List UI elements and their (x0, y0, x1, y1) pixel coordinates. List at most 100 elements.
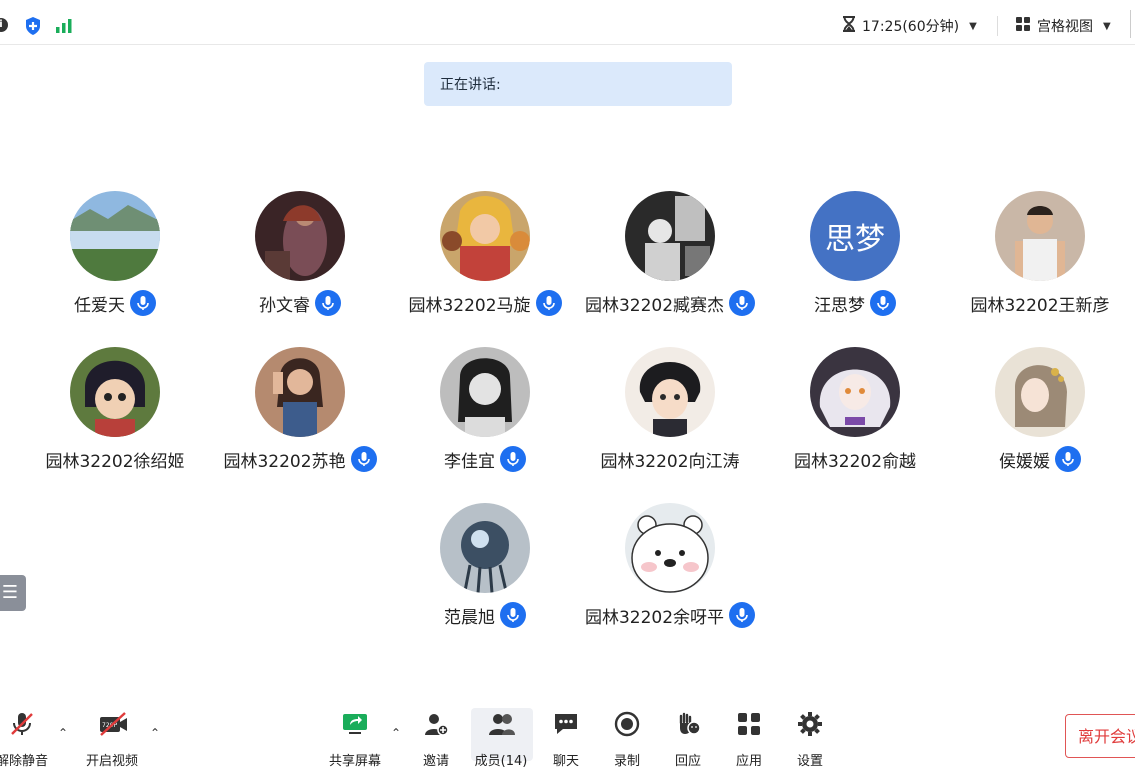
mic-icon (315, 290, 341, 316)
chevron-up-icon[interactable]: ⌃ (391, 726, 401, 740)
mic-icon (535, 290, 562, 316)
participant-name: 园林32202臧赛杰 (584, 295, 725, 316)
participant-tile[interactable]: 任爱天 (25, 191, 205, 326)
timer-text: 17:25(60分钟) (862, 19, 960, 35)
participant-name: 园林32202王新彦 (970, 295, 1110, 316)
avatar (440, 347, 530, 437)
participant-tile[interactable]: 园林32202余呀平 (580, 503, 760, 638)
participant-name: 园林32202余呀平 (584, 607, 725, 628)
avatar (440, 503, 530, 593)
participant-tile[interactable]: 孙文睿 (210, 191, 390, 326)
participant-tile[interactable]: 侯媛媛 (950, 347, 1130, 482)
leave-meeting-button[interactable]: 离开会议 (1065, 714, 1135, 758)
record-button[interactable]: 录制 (597, 708, 657, 769)
settings-button[interactable]: 设置 (780, 708, 840, 769)
avatar: 思梦 (810, 191, 900, 281)
mic-icon (350, 446, 377, 472)
participant-name-row: 孙文睿 (210, 290, 390, 316)
participant-name: 侯媛媛 (999, 451, 1050, 472)
speaking-indicator: 正在讲话: (424, 62, 732, 106)
participant-name-row: 侯媛媛 (950, 446, 1130, 472)
participant-name-row: 园林32202俞越 (765, 446, 945, 472)
apps-grid-icon (736, 711, 762, 737)
chevron-up-icon[interactable]: ⌃ (150, 726, 160, 740)
divider (997, 16, 998, 36)
participant-tile[interactable]: 李佳宜 (395, 347, 575, 482)
network-signal-icon[interactable] (55, 18, 73, 38)
participant-name: 任爱天 (74, 295, 125, 316)
mic-icon (729, 290, 756, 316)
participant-name-row: 园林32202臧赛杰 (580, 290, 760, 316)
meeting-timer[interactable]: 17:25(60分钟) ▼ (842, 16, 977, 36)
mic-icon (500, 602, 526, 628)
chevron-down-icon: ▼ (969, 20, 977, 32)
participant-tile[interactable]: 园林32202徐绍姬 (25, 347, 205, 482)
members-button[interactable]: 成员(14) (471, 708, 533, 769)
record-icon (614, 711, 640, 737)
participant-name: 园林32202俞越 (793, 451, 917, 472)
participant-name-row: 范晨旭 (395, 602, 575, 628)
participant-name-row: 园林32202向江涛 (580, 446, 760, 472)
avatar (995, 347, 1085, 437)
avatar (255, 191, 345, 281)
divider (1130, 10, 1131, 38)
chat-bubble-icon (553, 711, 579, 737)
participant-name: 李佳宜 (444, 451, 495, 472)
participant-name-row: 汪思梦 (765, 290, 945, 316)
view-mode-dropdown[interactable]: 宫格视图 ▼ (1015, 16, 1111, 36)
participant-tile[interactable]: 园林32202马旋 (395, 191, 575, 326)
participant-name-row: 园林32202苏艳 (210, 446, 390, 472)
view-mode-label: 宫格视图 (1037, 19, 1093, 35)
participant-tile[interactable]: 园林32202臧赛杰 (580, 191, 760, 326)
participant-name-row: 李佳宜 (395, 446, 575, 472)
top-bar: i 17:25(60分钟) ▼ 宫格视图 ▼ (0, 0, 1135, 45)
mic-icon (500, 446, 526, 472)
security-shield-icon[interactable] (24, 16, 42, 40)
participant-tile[interactable]: 范晨旭 (395, 503, 575, 638)
speaking-label: 正在讲话: (440, 77, 501, 93)
avatar (70, 191, 160, 281)
chevron-up-icon[interactable]: ⌃ (58, 726, 68, 740)
bottom-toolbar: 解除静音 ⌃ 720P 开启视频 ⌃ 共享屏幕 ⌃ 邀请 成员(14) 聊天 录… (0, 700, 1135, 769)
participant-tile[interactable]: 园林32202王新彦 (950, 191, 1130, 326)
participant-tile[interactable]: 园林32202向江涛 (580, 347, 760, 482)
mic-icon (870, 290, 896, 316)
participant-tile[interactable]: 园林32202苏艳 (210, 347, 390, 482)
chevron-down-icon: ▼ (1103, 20, 1111, 32)
share-screen-icon (342, 711, 368, 737)
participant-name: 园林32202马旋 (408, 295, 531, 316)
members-icon (488, 711, 515, 737)
mic-icon (130, 290, 156, 316)
participant-name: 汪思梦 (814, 295, 865, 316)
participant-name: 范晨旭 (444, 607, 495, 628)
raise-hand-icon (675, 711, 701, 737)
mute-button[interactable]: 解除静音 (0, 708, 52, 769)
avatar (810, 347, 900, 437)
avatar (625, 347, 715, 437)
participant-name: 园林32202徐绍姬 (45, 451, 185, 472)
hourglass-icon (842, 16, 856, 36)
participant-tile[interactable]: 思梦 汪思梦 (765, 191, 945, 326)
react-button[interactable]: 回应 (658, 708, 718, 769)
participant-name-row: 园林32202马旋 (395, 290, 575, 316)
chat-button[interactable]: 聊天 (536, 708, 596, 769)
avatar (995, 191, 1085, 281)
side-panel-toggle[interactable]: ☰ (0, 575, 26, 611)
avatar (440, 191, 530, 281)
participant-name: 孙文睿 (259, 295, 310, 316)
mic-icon (1055, 446, 1081, 472)
avatar (625, 503, 715, 593)
participant-name-row: 任爱天 (25, 290, 205, 316)
gear-icon (797, 711, 823, 737)
grid-view-icon (1015, 16, 1031, 36)
avatar-initials: 思梦 (825, 222, 885, 257)
video-button[interactable]: 720P 开启视频 (82, 708, 142, 769)
info-icon[interactable]: i (0, 18, 8, 32)
apps-button[interactable]: 应用 (719, 708, 779, 769)
participant-name-row: 园林32202徐绍姬 (25, 446, 205, 472)
participant-tile[interactable]: 园林32202俞越 (765, 347, 945, 482)
share-screen-button[interactable]: 共享屏幕 (325, 708, 385, 769)
invite-button[interactable]: 邀请 (406, 708, 466, 769)
avatar (70, 347, 160, 437)
mic-muted-icon (9, 711, 35, 737)
